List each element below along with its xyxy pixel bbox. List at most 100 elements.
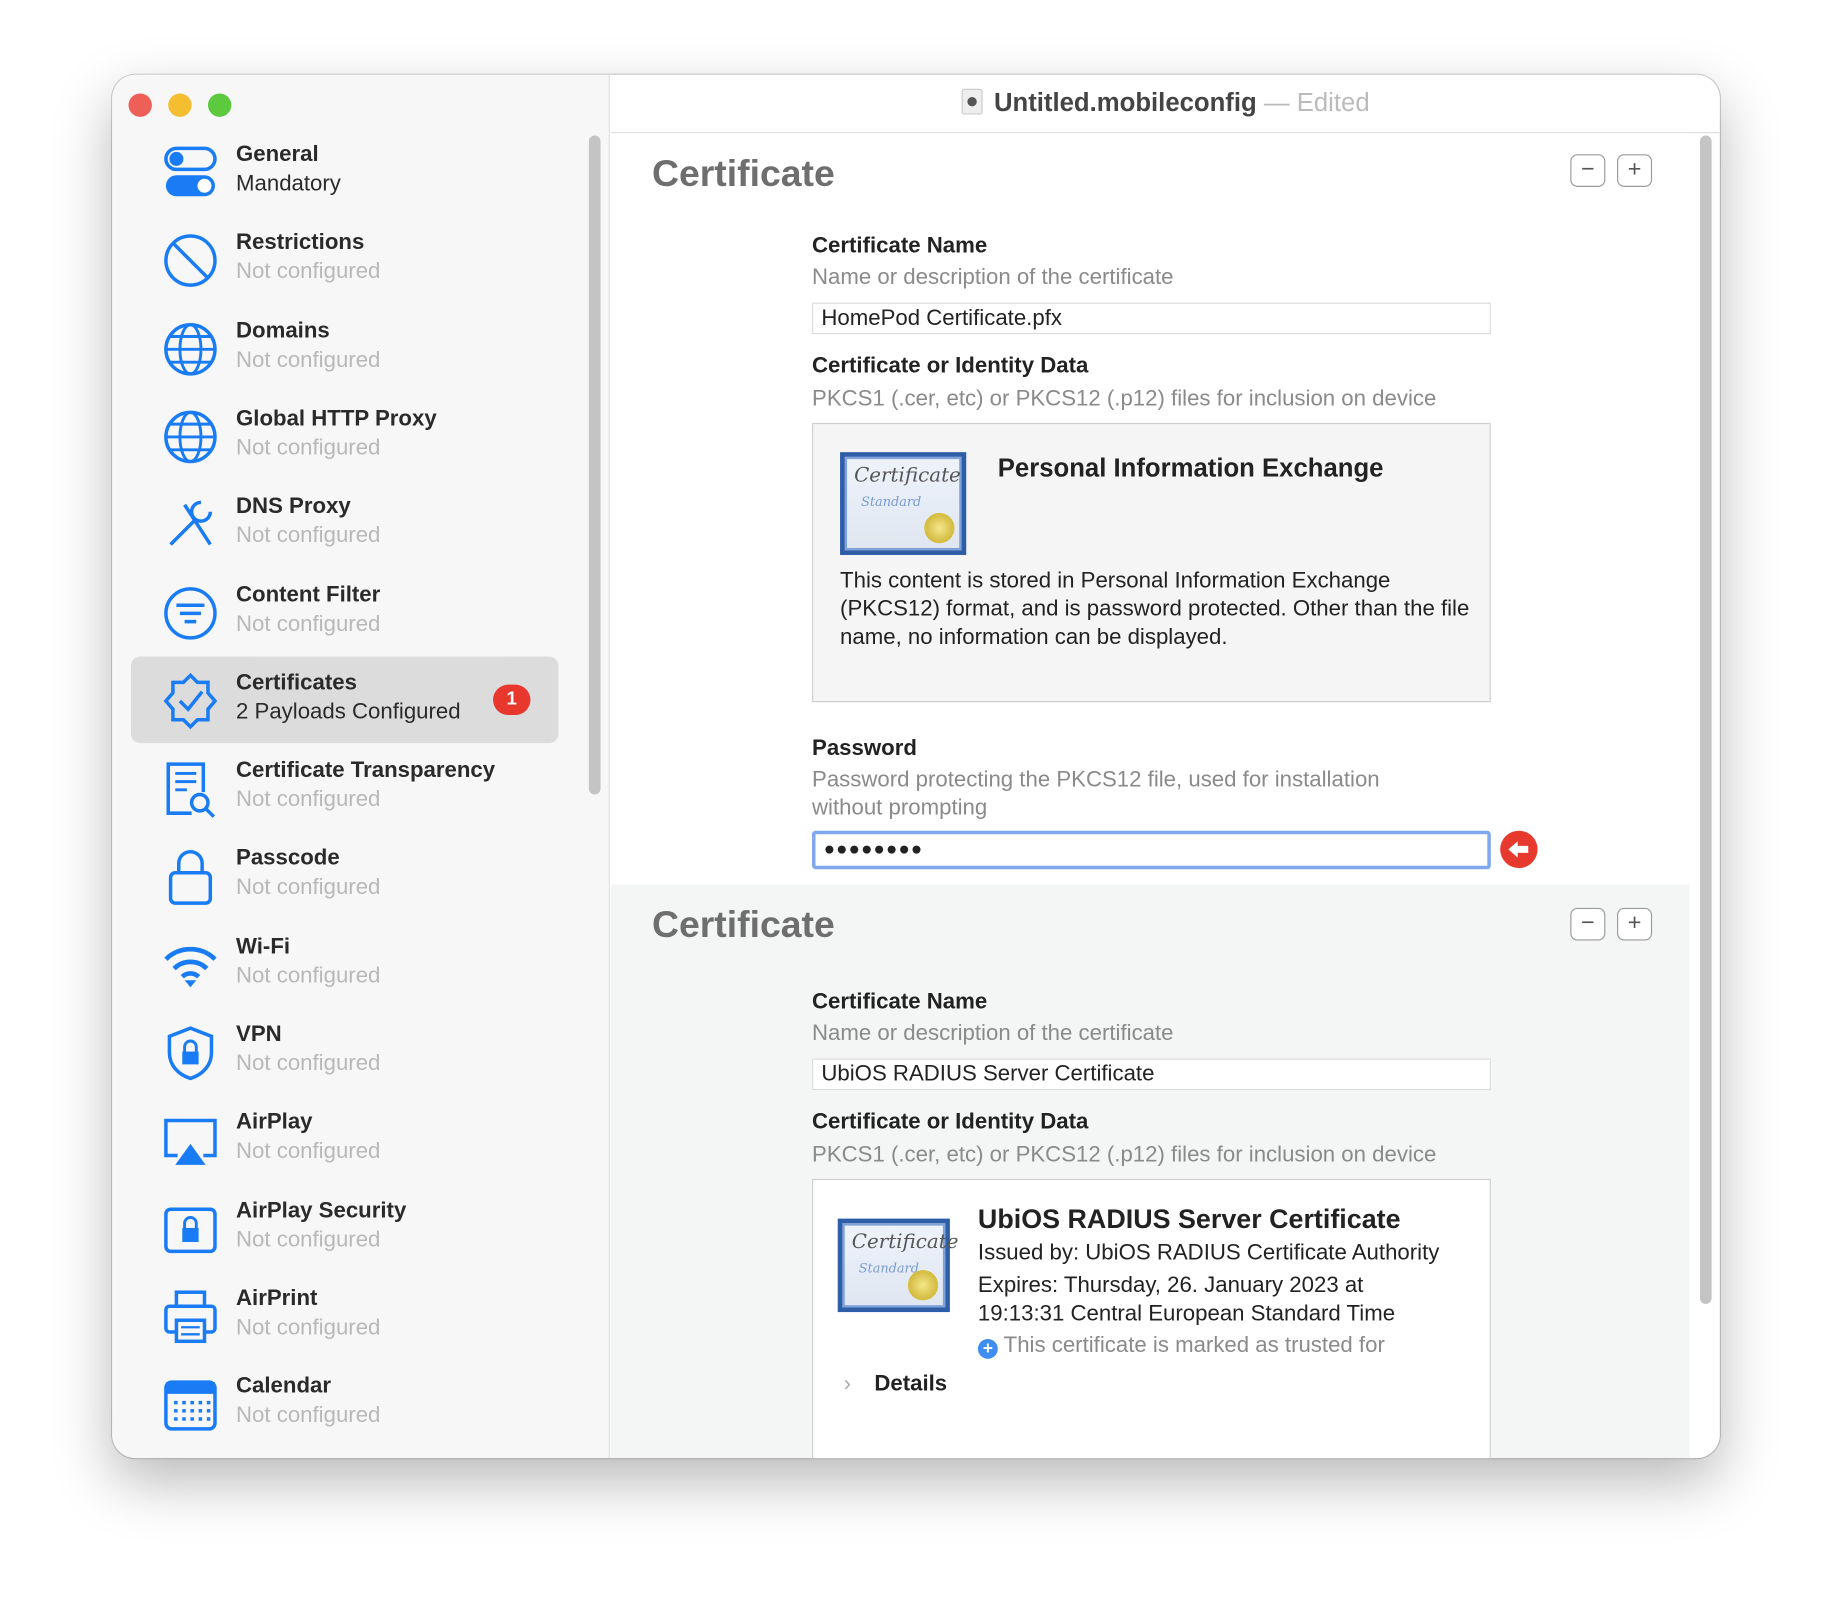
sidebar-item-title: Certificate Transparency bbox=[236, 758, 496, 783]
sidebar-item-subtitle: Not configured bbox=[236, 1403, 381, 1428]
shield-lock-icon bbox=[167, 1026, 214, 1081]
sidebar-item-calendar[interactable]: Calendar Not configured bbox=[131, 1360, 559, 1446]
globe-icon bbox=[164, 322, 217, 376]
sidebar-item-restrictions[interactable]: Restrictions Not configured bbox=[131, 216, 559, 302]
window-controls bbox=[128, 93, 232, 117]
sidebar-item-airplay-security[interactable]: AirPlay Security Not configured bbox=[131, 1184, 559, 1270]
toggle-icon bbox=[164, 146, 217, 197]
printer-icon bbox=[164, 1290, 217, 1343]
sidebar-item-title: Calendar bbox=[236, 1374, 332, 1399]
count-badge: 1 bbox=[493, 684, 531, 715]
seal-icon bbox=[924, 512, 955, 544]
sidebar-item-wi-fi[interactable]: Wi-Fi Not configured bbox=[131, 920, 559, 1006]
cert-title: UbiOS RADIUS Server Certificate bbox=[977, 1203, 1401, 1234]
cert-expiry: Expires: Thursday, 26. January 2023 at 1… bbox=[977, 1273, 1396, 1327]
sidebar-item-title: Wi-Fi bbox=[236, 934, 291, 959]
sidebar-item-subtitle: 2 Payloads Configured bbox=[236, 699, 461, 725]
sidebar-item-vpn[interactable]: VPN Not configured bbox=[131, 1008, 559, 1094]
add-payload-button[interactable]: + bbox=[1617, 907, 1653, 941]
sidebar-item-subtitle: Mandatory bbox=[236, 171, 341, 197]
certificate-data-desc: PKCS1 (.cer, etc) or PKCS12 (.p12) files… bbox=[812, 386, 1437, 412]
details-label: Details bbox=[874, 1371, 948, 1397]
certificate-name-desc: Name or description of the certificate bbox=[812, 265, 1174, 290]
lock-screen-icon bbox=[164, 1207, 217, 1253]
sidebar-item-subtitle: Not configured bbox=[236, 523, 381, 549]
sidebar-item-dns-proxy[interactable]: DNS Proxy Not configured bbox=[131, 480, 559, 566]
zoom-button[interactable] bbox=[207, 93, 232, 117]
cert-art-line1: Certificate bbox=[854, 463, 961, 488]
sidebar-item-subtitle: Not configured bbox=[236, 435, 381, 461]
password-input[interactable]: ●●●●●●●● bbox=[812, 830, 1491, 870]
arrow-left-icon bbox=[1508, 841, 1529, 858]
sidebar-item-subtitle: Not configured bbox=[236, 347, 381, 373]
minimize-button[interactable] bbox=[168, 93, 192, 117]
globe-icon bbox=[164, 410, 217, 464]
certificate-icon: Certificate Standard bbox=[840, 452, 967, 555]
prohibited-icon bbox=[164, 234, 217, 288]
sidebar-item-airprint[interactable]: AirPrint Not configured bbox=[131, 1272, 559, 1358]
close-button[interactable] bbox=[128, 93, 152, 117]
certificate-drop-area[interactable]: Certificate Standard Personal Information… bbox=[812, 422, 1491, 703]
sidebar-item-passcode[interactable]: Passcode Not configured bbox=[131, 832, 559, 918]
sidebar-item-title: AirPrint bbox=[236, 1286, 318, 1311]
sidebar-item-certificate-transparency[interactable]: Certificate Transparency Not configured bbox=[131, 744, 559, 830]
cert-issuer: Issued by: UbiOS RADIUS Certificate Auth… bbox=[977, 1240, 1440, 1266]
sidebar-item-title: Passcode bbox=[236, 846, 340, 871]
add-payload-button[interactable]: + bbox=[1617, 154, 1653, 187]
certificate-data-label: Certificate or Identity Data bbox=[812, 354, 1089, 379]
cert-art-line1: Certificate bbox=[851, 1230, 959, 1254]
sidebar-item-content-filter[interactable]: Content Filter Not configured bbox=[131, 568, 559, 654]
sidebar-item-title: Certificates bbox=[236, 670, 357, 695]
document-icon bbox=[961, 88, 983, 115]
remove-payload-button[interactable]: − bbox=[1570, 154, 1606, 187]
cert-body: This content is stored in Personal Infor… bbox=[840, 568, 1470, 650]
main-pane: Untitled.mobileconfig — Edited Certifica… bbox=[611, 75, 1720, 1459]
cert-art-line2: Standard bbox=[858, 1260, 919, 1276]
sidebar-item-title: Restrictions bbox=[236, 230, 365, 256]
sidebar-item-title: Content Filter bbox=[236, 582, 381, 607]
remove-password-button[interactable] bbox=[1500, 830, 1538, 869]
certificate-icon: Certificate Standard bbox=[837, 1218, 958, 1313]
cert-trust-text: This certificate is marked as trusted fo… bbox=[1003, 1333, 1385, 1358]
sidebar-item-global-http-proxy[interactable]: Global HTTP Proxy Not configured bbox=[131, 392, 559, 478]
sidebar-item-subtitle: Not configured bbox=[236, 259, 381, 285]
sidebar-item-airplay[interactable]: AirPlay Not configured bbox=[131, 1096, 559, 1182]
filter-icon bbox=[164, 586, 217, 640]
certificate-drop-area[interactable]: Certificate Standard UbiOS RADIUS Server … bbox=[812, 1178, 1491, 1459]
certificate-data-desc: PKCS1 (.cer, etc) or PKCS12 (.p12) files… bbox=[812, 1142, 1437, 1168]
edited-status: Edited bbox=[1296, 87, 1370, 117]
certificate-name-input[interactable]: HomePod Certificate.pfx bbox=[812, 302, 1491, 335]
sidebar-item-title: AirPlay bbox=[236, 1110, 313, 1135]
section-heading: Certificate bbox=[651, 903, 835, 946]
cert-title: Personal Information Exchange bbox=[997, 453, 1384, 483]
window-title: Untitled.mobileconfig bbox=[993, 87, 1257, 117]
sidebar-item-subtitle: Not configured bbox=[236, 1227, 381, 1253]
calendar-icon bbox=[164, 1380, 217, 1431]
remove-payload-button[interactable]: − bbox=[1570, 907, 1606, 941]
sidebar-item-subtitle: Not configured bbox=[236, 963, 381, 989]
certificate-name-label: Certificate Name bbox=[812, 233, 988, 259]
certificate-name-input[interactable]: UbiOS RADIUS Server Certificate bbox=[812, 1058, 1491, 1091]
sidebar-item-general[interactable]: General Mandatory bbox=[131, 129, 559, 215]
cert-art-line2: Standard bbox=[861, 494, 922, 510]
sidebar-item-title: Domains bbox=[236, 318, 330, 344]
details-disclosure[interactable]: › Details bbox=[844, 1372, 948, 1398]
sidebar-item-title: DNS Proxy bbox=[236, 494, 351, 519]
password-desc: Password protecting the PKCS12 file, use… bbox=[812, 767, 1380, 821]
seal-icon bbox=[907, 1270, 939, 1301]
certificate-name-desc: Name or description of the certificate bbox=[812, 1021, 1174, 1046]
sidebar: General Mandatory Restrictions Not confi… bbox=[112, 74, 610, 1459]
sidebar-item-domains[interactable]: Domains Not configured bbox=[131, 304, 559, 390]
sidebar-scrollbar[interactable] bbox=[588, 135, 601, 795]
main-scrollbar[interactable] bbox=[1699, 135, 1712, 1304]
sidebar-item-certificates[interactable]: Certificates 2 Payloads Configured 1 bbox=[130, 656, 559, 743]
sidebar-item-title: VPN bbox=[236, 1022, 282, 1047]
sidebar-item-subtitle: Not configured bbox=[236, 875, 381, 901]
certificate-data-label: Certificate or Identity Data bbox=[812, 1109, 1089, 1135]
password-label: Password bbox=[812, 736, 917, 761]
lock-icon bbox=[168, 850, 213, 906]
sidebar-item-subtitle: Not configured bbox=[236, 611, 381, 637]
title-separator: — bbox=[1263, 87, 1290, 117]
sidebar-item-title: Global HTTP Proxy bbox=[236, 406, 437, 432]
sidebar-item-title: General bbox=[236, 142, 319, 168]
